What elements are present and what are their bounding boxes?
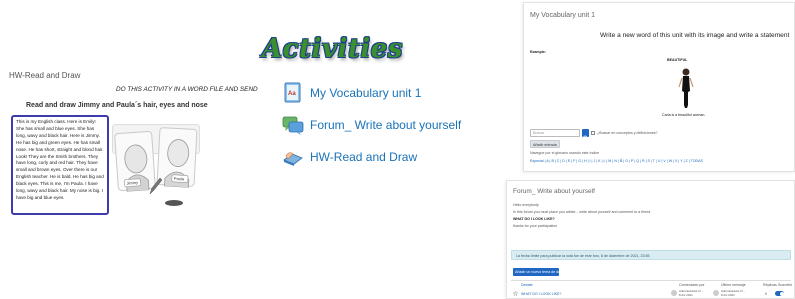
topic-link[interactable]: WHAT DO I LOOK LIKE? [521, 292, 561, 296]
hw-read-draw-preview: HW-Read and Draw DO THIS ACTIVITY IN A W… [0, 66, 270, 216]
card-label-paula: Paula [174, 176, 185, 182]
svg-text:Aa: Aa [288, 91, 296, 97]
forum-line: WHAT DO I LOOK LIKE? [513, 217, 555, 221]
search-button[interactable] [582, 129, 589, 141]
activities-title: Activities [262, 34, 403, 64]
avatar [713, 290, 719, 296]
column-header-last-post[interactable]: Último mensaje [721, 283, 746, 287]
add-entry-button[interactable]: Añadir entrada [530, 140, 560, 148]
shadow-icon [165, 200, 183, 206]
forum-line: In this forum you must place you article… [513, 210, 651, 214]
preview-task: Read and draw Jimmy and Paula´s hair, ey… [26, 102, 208, 109]
deadline-notice: La fecha límite para publicar la nota fu… [511, 250, 791, 260]
activity-label[interactable]: Forum_ Write about yourself [310, 118, 461, 132]
forum-page-title: Forum_ Write about yourself [513, 188, 595, 195]
assignment-icon [282, 146, 304, 168]
head-outline-icon: Paula [164, 139, 190, 189]
column-header-subscribe: Suscribir [778, 283, 792, 287]
forum-line: thanks for your participation [513, 224, 558, 228]
activity-label[interactable]: HW-Read and Draw [310, 150, 417, 164]
forum-icon [282, 114, 304, 136]
vocab-page-title: My Vocabulary unit 1 [530, 12, 595, 19]
vocab-prompt: Write a new word of this unit with its i… [600, 32, 790, 39]
started-date: 8 dic 2021 [679, 293, 693, 297]
pencil-icon [149, 177, 162, 195]
last-post-date: 8 dic 2021 [721, 293, 735, 297]
avatar [671, 290, 677, 296]
star-icon[interactable] [513, 291, 518, 296]
search-option-label: ¿Buscar en conceptos y definiciones? [597, 131, 658, 135]
glossary-icon: Aa [282, 82, 304, 104]
column-header-started-by[interactable]: Comenzado por [679, 283, 705, 287]
activity-item-forum[interactable]: Forum_ Write about yourself [282, 114, 461, 136]
table-divider [511, 280, 791, 281]
browse-hint: Navegue por el glosario usando este índi… [530, 151, 600, 155]
forum-page-preview: Forum_ Write about yourself Hello everyb… [506, 180, 795, 299]
activity-item-vocabulary[interactable]: Aa My Vocabulary unit 1 [282, 82, 421, 104]
portrait-card-paula: Paula [156, 127, 198, 189]
example-sentence: Carla is a beautiful woman. [662, 113, 706, 117]
glossary-search-input[interactable]: Buscar [530, 129, 580, 137]
add-topic-button[interactable]: Añadir un nuevo tema de debate [513, 268, 567, 276]
subscribe-toggle[interactable] [775, 291, 784, 296]
activity-label[interactable]: My Vocabulary unit 1 [310, 86, 421, 100]
example-label: Example: [530, 50, 546, 54]
card-label-jimmy: Jimmy [126, 180, 138, 186]
deadline-notice-text: La fecha límite para publicar la nota fu… [516, 253, 650, 258]
preview-instruction: DO THIS ACTIVITY IN A WORD FILE AND SEND [116, 86, 258, 93]
column-header-debate[interactable]: Debate [521, 283, 533, 287]
woman-figure-icon [678, 68, 694, 108]
activity-item-hw-read-draw[interactable]: HW-Read and Draw [282, 146, 417, 168]
search-option-checkbox[interactable] [591, 131, 595, 135]
vocabulary-page-preview: My Vocabulary unit 1 Write a new word of… [523, 2, 795, 172]
story-text-box: This is my English class. Here is Emily!… [11, 115, 109, 215]
example-word: BEAUTIFUL [667, 58, 688, 62]
forum-line: Hello everybody [513, 203, 539, 207]
column-header-replies[interactable]: Réplicas [763, 283, 777, 287]
search-icon [583, 135, 589, 141]
alphabet-index[interactable]: Especial | A | B | C | D | E | F | G | H… [530, 159, 703, 163]
portrait-illustrations: Jimmy Paula [112, 114, 202, 214]
preview-header: HW-Read and Draw [9, 71, 81, 80]
reply-count: 0 [765, 292, 767, 296]
